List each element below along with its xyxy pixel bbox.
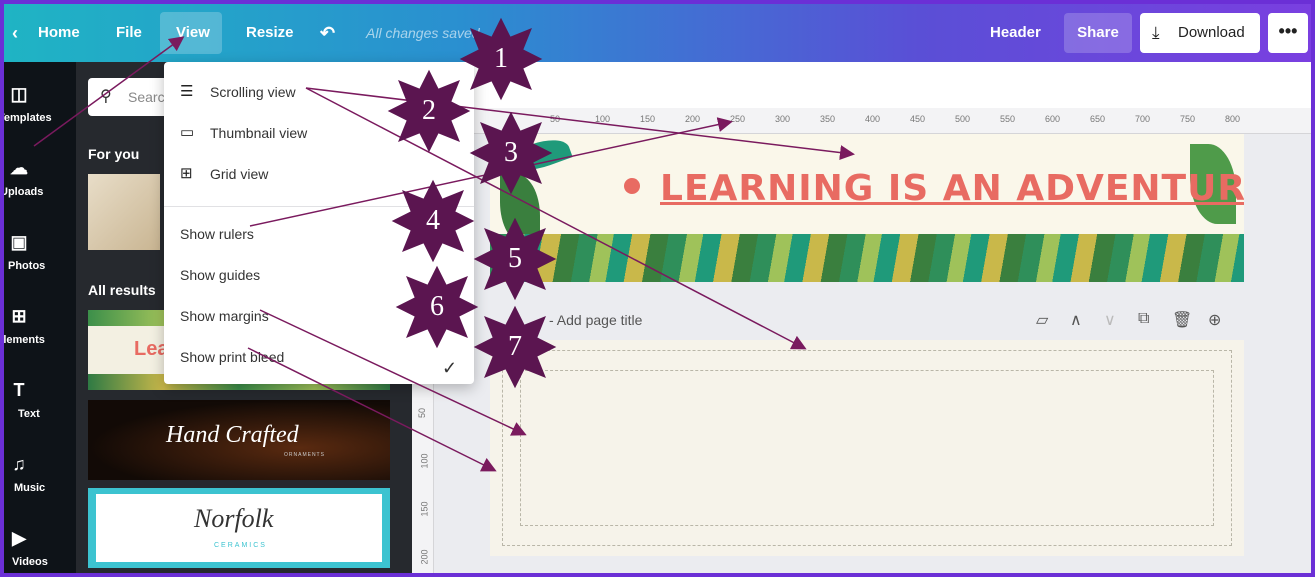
annotation-badge-2: 2 (386, 68, 472, 154)
annotation-badge-3: 3 (468, 110, 554, 196)
canva-editor: ‹ Home File View Resize ↶ All changes sa… (4, 4, 1311, 573)
badge-number: 3 (504, 137, 518, 168)
arrow-1 (33, 36, 185, 147)
arrow-7 (247, 347, 497, 472)
annotation-badge-7: 7 (472, 304, 558, 390)
badge-number: 5 (508, 243, 522, 274)
badge-number: 7 (508, 331, 522, 362)
annotation-badge-4: 4 (390, 178, 476, 264)
annotation-arrows (33, 36, 855, 472)
badge-number: 2 (422, 95, 436, 126)
badge-number: 4 (426, 205, 440, 236)
badge-number: 6 (430, 291, 444, 322)
annotation-badge-5: 5 (472, 216, 558, 302)
annotation-badge-6: 6 (394, 264, 480, 350)
